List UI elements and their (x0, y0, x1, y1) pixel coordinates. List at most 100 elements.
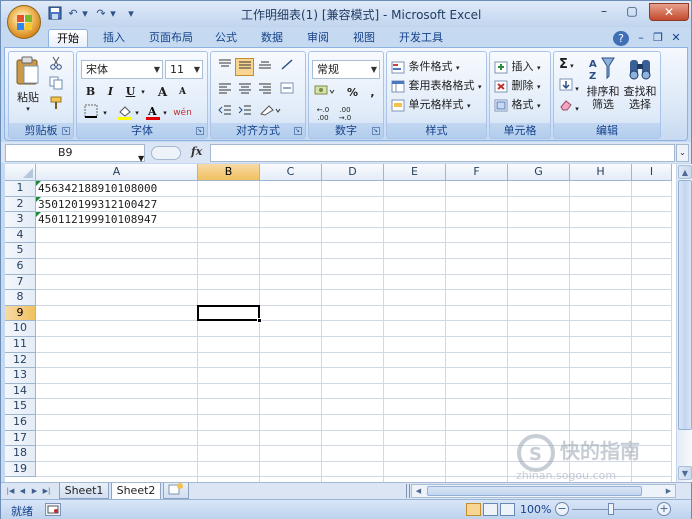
column-header-d[interactable]: D (322, 164, 384, 181)
sheet-tab-sheet2[interactable]: Sheet2 (111, 483, 161, 500)
clipboard-launcher-icon[interactable]: ↘ (62, 127, 70, 135)
row-header-17[interactable]: 17 (5, 430, 36, 447)
ribbon-close-button[interactable]: ✕ (669, 29, 683, 48)
alignment-launcher-icon[interactable]: ↘ (294, 127, 302, 135)
customize-qat-icon[interactable]: ▾ (123, 6, 139, 22)
save-icon[interactable] (47, 6, 63, 22)
italic-button[interactable]: I (101, 83, 120, 101)
column-header-a[interactable]: A (36, 164, 198, 181)
row-header-11[interactable]: 11 (5, 337, 36, 353)
currency-format-icon[interactable] (313, 84, 337, 102)
cell-a3[interactable]: 450112199910108947 (36, 212, 198, 227)
text-orientation-icon[interactable] (277, 58, 296, 76)
middle-align-icon[interactable] (235, 58, 254, 76)
fill-color-dropdown-icon[interactable]: ▾ (133, 104, 141, 122)
last-sheet-icon[interactable]: ▶| (41, 484, 52, 498)
normal-view-icon[interactable] (466, 503, 481, 516)
formula-input[interactable] (210, 144, 675, 162)
tab-review[interactable]: 审阅 (301, 29, 335, 48)
first-sheet-icon[interactable]: |◀ (5, 484, 16, 498)
number-as-text-indicator-icon[interactable] (36, 181, 41, 186)
minimize-window-button[interactable]: – (591, 3, 617, 21)
redo-icon[interactable]: ↷ (93, 6, 109, 22)
name-box[interactable]: B9 ▼ (5, 144, 145, 163)
increase-decimal-button[interactable]: ←.0 .00 (313, 106, 333, 124)
close-window-button[interactable]: ✕ (649, 3, 689, 21)
font-launcher-icon[interactable]: ↘ (196, 127, 204, 135)
column-header-e[interactable]: E (384, 164, 446, 181)
cell-styles-button[interactable]: 单元格样式 ▾ (391, 96, 471, 112)
tab-home[interactable]: 开始 (48, 29, 88, 48)
horizontal-scrollbar[interactable]: ◀ ▶ (411, 484, 676, 498)
decrease-decimal-button[interactable]: .00 →.0 (335, 106, 355, 124)
row-header-15[interactable]: 15 (5, 399, 36, 415)
select-all-corner[interactable] (5, 164, 36, 181)
orientation-dropdown-icon[interactable] (257, 104, 283, 122)
column-header-c[interactable]: C (260, 164, 322, 181)
vertical-scroll-thumb[interactable] (678, 180, 692, 430)
scroll-right-icon[interactable]: ▶ (662, 485, 675, 497)
phonetic-guide-button[interactable]: wén (173, 104, 192, 122)
bottom-align-icon[interactable] (255, 58, 274, 76)
row-header-14[interactable]: 14 (5, 383, 36, 400)
page-break-view-icon[interactable] (500, 503, 515, 516)
increase-indent-icon[interactable] (235, 104, 254, 122)
next-sheet-icon[interactable]: ▶ (29, 484, 40, 498)
page-layout-view-icon[interactable] (483, 503, 498, 516)
tab-page-layout[interactable]: 页面布局 (143, 29, 199, 48)
row-header-18[interactable]: 18 (5, 446, 36, 462)
fill-button[interactable]: ▾ (559, 78, 579, 94)
copy-icon[interactable] (49, 76, 63, 93)
tab-insert[interactable]: 插入 (97, 29, 131, 48)
format-painter-icon[interactable] (49, 96, 63, 113)
cell-a2[interactable]: 350120199312100427 (36, 197, 198, 212)
decrease-indent-icon[interactable] (215, 104, 234, 122)
cut-icon[interactable] (49, 56, 63, 73)
align-right-icon[interactable] (255, 82, 274, 100)
ribbon-minimize-button[interactable]: – (634, 29, 648, 48)
conditional-format-button[interactable]: 条件格式 ▾ (391, 58, 460, 74)
delete-cells-button[interactable]: 删除 ▾ (494, 77, 541, 93)
grow-font-button[interactable]: A (153, 83, 172, 101)
cell-a1[interactable]: 456342188910108000 (36, 181, 198, 196)
column-header-h[interactable]: H (570, 164, 632, 181)
insert-cells-button[interactable]: 插入 ▾ (494, 58, 541, 74)
row-header-3[interactable]: 3 (5, 212, 36, 228)
zoom-level[interactable]: 100% (520, 503, 551, 516)
font-name-combo[interactable]: 宋体 ▼ (81, 60, 163, 79)
prev-sheet-icon[interactable]: ◀ (17, 484, 28, 498)
format-cells-button[interactable]: 格式 ▾ (494, 96, 541, 112)
redo-dropdown-icon[interactable]: ▾ (109, 6, 117, 22)
number-as-text-indicator-icon[interactable] (36, 196, 41, 202)
column-header-g[interactable]: G (508, 164, 570, 181)
paste-button[interactable]: 剪贴板 粘贴 ▾ (13, 56, 43, 116)
underline-dropdown-icon[interactable]: ▾ (139, 83, 147, 101)
top-align-icon[interactable] (215, 58, 234, 76)
zoom-slider-thumb[interactable] (608, 503, 614, 515)
sheet-tab-sheet1[interactable]: Sheet1 (59, 483, 109, 499)
border-icon[interactable] (81, 104, 100, 122)
row-header-19[interactable]: 19 (5, 461, 36, 478)
insert-sheet-button[interactable] (163, 483, 189, 499)
bold-button[interactable]: B (81, 83, 100, 101)
row-header-13[interactable]: 13 (5, 368, 36, 384)
office-button[interactable] (7, 5, 41, 39)
insert-function-button[interactable]: fx (191, 145, 202, 158)
align-left-icon[interactable] (215, 82, 234, 100)
row-header-16[interactable]: 16 (5, 415, 36, 431)
number-as-text-indicator-icon[interactable] (36, 212, 41, 218)
row-header-1[interactable]: 1 (5, 181, 36, 197)
row-header-10[interactable]: 10 (5, 321, 36, 337)
column-header-i[interactable]: I (632, 164, 672, 181)
clear-button[interactable]: ▾ (559, 98, 579, 114)
format-as-table-button[interactable]: 套用表格格式 ▾ (391, 77, 482, 93)
fill-color-icon[interactable] (115, 104, 134, 122)
tab-split-handle[interactable] (406, 484, 410, 498)
maximize-window-button[interactable]: ▢ (619, 3, 645, 21)
sort-filter-button[interactable]: AZ 排序和 筛选 (586, 56, 620, 111)
scroll-up-icon[interactable]: ▲ (678, 165, 692, 179)
column-header-f[interactable]: F (446, 164, 508, 181)
tab-developer[interactable]: 开发工具 (393, 29, 449, 48)
row-header-4[interactable]: 4 (5, 227, 36, 244)
find-select-button[interactable]: 查找和 选择 (622, 56, 658, 111)
